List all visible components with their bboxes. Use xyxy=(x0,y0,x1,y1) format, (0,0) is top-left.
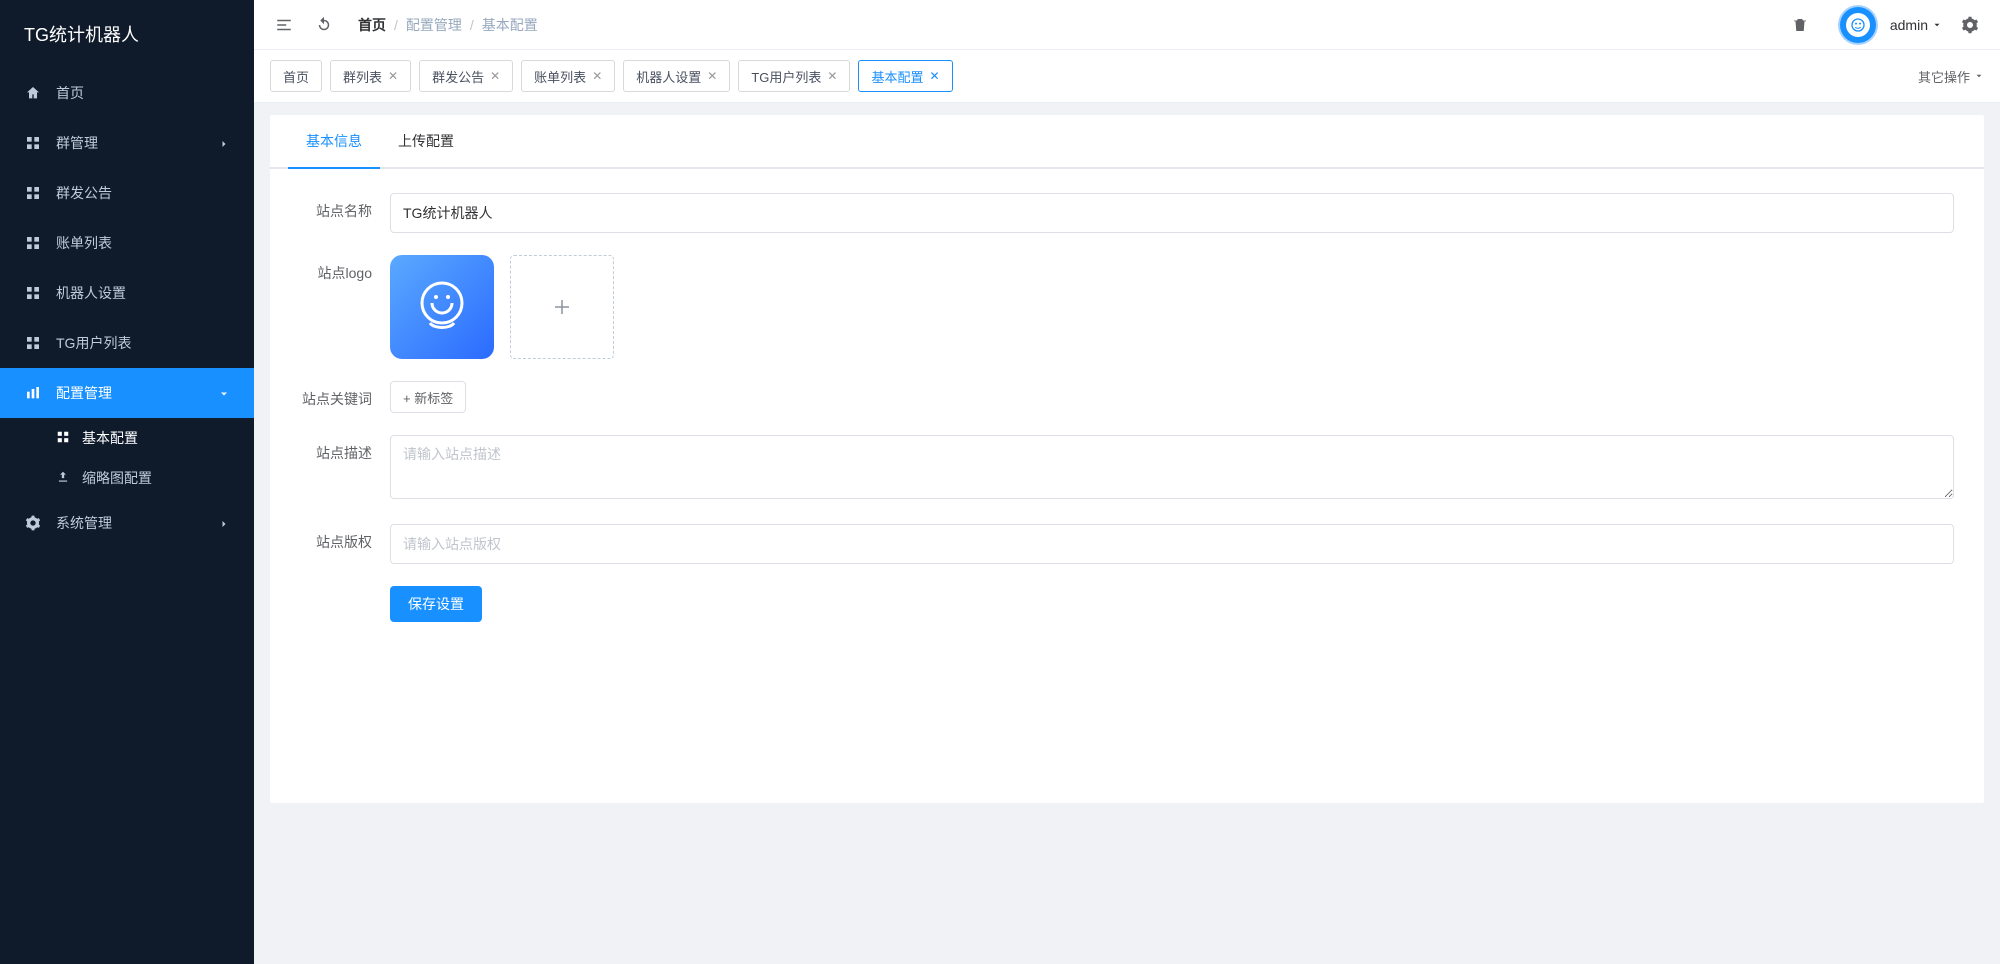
upload-icon xyxy=(56,470,72,486)
add-tag-button[interactable]: + 新标签 xyxy=(390,381,466,413)
bars-icon xyxy=(24,384,42,402)
sidebar-item-bill-list[interactable]: 账单列表 xyxy=(0,218,254,268)
sidebar-item-label: TG用户列表 xyxy=(56,333,131,353)
home-icon xyxy=(24,84,42,102)
breadcrumb-section: 配置管理 xyxy=(406,15,462,35)
sidebar-item-announcement[interactable]: 群发公告 xyxy=(0,168,254,218)
close-icon[interactable]: ✕ xyxy=(592,69,602,83)
sidebar-item-label: 账单列表 xyxy=(56,233,112,253)
sidebar-item-label: 机器人设置 xyxy=(56,283,126,303)
tabs-more-label: 其它操作 xyxy=(1918,67,1970,86)
tab-pill-0[interactable]: 首页 xyxy=(270,60,322,92)
close-icon[interactable]: ✕ xyxy=(490,69,500,83)
label-site-name: 站点名称 xyxy=(300,193,390,221)
tab-label: 账单列表 xyxy=(534,67,586,86)
sidebar-item-system-mgmt[interactable]: 系统管理 xyxy=(0,498,254,548)
tab-pill-1[interactable]: 群列表 ✕ xyxy=(330,60,411,92)
sidebar-item-label: 首页 xyxy=(56,83,84,103)
tab-label: 群发公告 xyxy=(432,67,484,86)
close-icon[interactable]: ✕ xyxy=(388,69,398,83)
sidebar-item-label: 群管理 xyxy=(56,133,98,153)
sidebar-item-home[interactable]: 首页 xyxy=(0,68,254,118)
tab-pill-6[interactable]: 基本配置 ✕ xyxy=(858,60,952,92)
site-name-input[interactable] xyxy=(390,193,1954,233)
sidebar-item-label: 群发公告 xyxy=(56,183,112,203)
tab-pill-5[interactable]: TG用户列表 ✕ xyxy=(738,60,850,92)
settings-button[interactable] xyxy=(1956,11,1984,39)
trash-button[interactable] xyxy=(1786,11,1814,39)
logo-preview[interactable] xyxy=(390,255,494,359)
sidebar-item-label: 配置管理 xyxy=(56,383,112,403)
close-icon[interactable]: ✕ xyxy=(929,69,939,83)
gear-icon xyxy=(24,514,42,532)
sidebar-item-config-mgmt[interactable]: 配置管理 xyxy=(0,368,254,418)
tab-label: 群列表 xyxy=(343,67,382,86)
sidebar-subitem-basic-config[interactable]: 基本配置 xyxy=(0,418,254,458)
tab-upload-config[interactable]: 上传配置 xyxy=(380,115,472,167)
grid-icon xyxy=(24,234,42,252)
chevron-down-icon xyxy=(218,387,230,399)
header: 首页 / 配置管理 / 基本配置 admin xyxy=(254,0,2000,50)
upload-logo-button[interactable] xyxy=(510,255,614,359)
tab-pill-4[interactable]: 机器人设置 ✕ xyxy=(623,60,730,92)
label-description: 站点描述 xyxy=(300,435,390,463)
sidebar-subitem-label: 基本配置 xyxy=(82,428,138,448)
sidebar-item-bot-settings[interactable]: 机器人设置 xyxy=(0,268,254,318)
sidebar-item-tg-users[interactable]: TG用户列表 xyxy=(0,318,254,368)
tab-pill-3[interactable]: 账单列表 ✕ xyxy=(521,60,615,92)
breadcrumb-page: 基本配置 xyxy=(482,15,538,35)
tab-basic-info[interactable]: 基本信息 xyxy=(288,115,380,167)
tabs-more-menu[interactable]: 其它操作 xyxy=(1918,67,1984,86)
sidebar-subitem-label: 缩略图配置 xyxy=(82,468,152,488)
description-input[interactable] xyxy=(390,435,1954,499)
close-icon[interactable]: ✕ xyxy=(827,69,837,83)
sidebar: TG统计机器人 首页 群管理 群发公告 xyxy=(0,0,254,964)
breadcrumb-home[interactable]: 首页 xyxy=(358,15,386,35)
copyright-input[interactable] xyxy=(390,524,1954,564)
breadcrumb: 首页 / 配置管理 / 基本配置 xyxy=(358,15,538,35)
sidebar-item-group-mgmt[interactable]: 群管理 xyxy=(0,118,254,168)
username: admin xyxy=(1890,17,1928,33)
grid-icon xyxy=(24,284,42,302)
content-card: 基本信息 上传配置 站点名称 站点logo xyxy=(270,115,1984,803)
label-copyright: 站点版权 xyxy=(300,524,390,552)
save-button[interactable]: 保存设置 xyxy=(390,586,482,622)
chevron-down-icon xyxy=(1932,20,1942,30)
tab-label: 基本配置 xyxy=(871,67,923,86)
grid-icon xyxy=(56,430,72,446)
collapse-sidebar-button[interactable] xyxy=(270,11,298,39)
close-icon[interactable]: ✕ xyxy=(707,69,717,83)
user-menu[interactable]: admin xyxy=(1890,17,1942,33)
grid-icon xyxy=(24,184,42,202)
breadcrumb-sep: / xyxy=(470,17,474,33)
sidebar-subitem-thumb-config[interactable]: 缩略图配置 xyxy=(0,458,254,498)
grid-icon xyxy=(24,134,42,152)
tab-label: 机器人设置 xyxy=(636,67,701,86)
chevron-right-icon xyxy=(218,137,230,149)
brand-title: TG统计机器人 xyxy=(0,0,254,68)
label-site-logo: 站点logo xyxy=(300,255,390,283)
tab-pill-2[interactable]: 群发公告 ✕ xyxy=(419,60,513,92)
grid-icon xyxy=(24,334,42,352)
label-keywords: 站点关键词 xyxy=(300,381,390,409)
breadcrumb-sep: / xyxy=(394,17,398,33)
refresh-button[interactable] xyxy=(310,11,338,39)
tab-label: TG用户列表 xyxy=(751,67,821,86)
chevron-down-icon xyxy=(1974,71,1984,81)
tabs-bar: 首页 群列表 ✕ 群发公告 ✕ 账单列表 ✕ 机器人设置 ✕ TG用户列表 ✕ 基本配置 ✕ 其它操作 xyxy=(254,50,2000,103)
chevron-right-icon xyxy=(218,517,230,529)
tab-label: 首页 xyxy=(283,67,309,86)
avatar xyxy=(1840,7,1876,43)
sidebar-item-label: 系统管理 xyxy=(56,513,112,533)
